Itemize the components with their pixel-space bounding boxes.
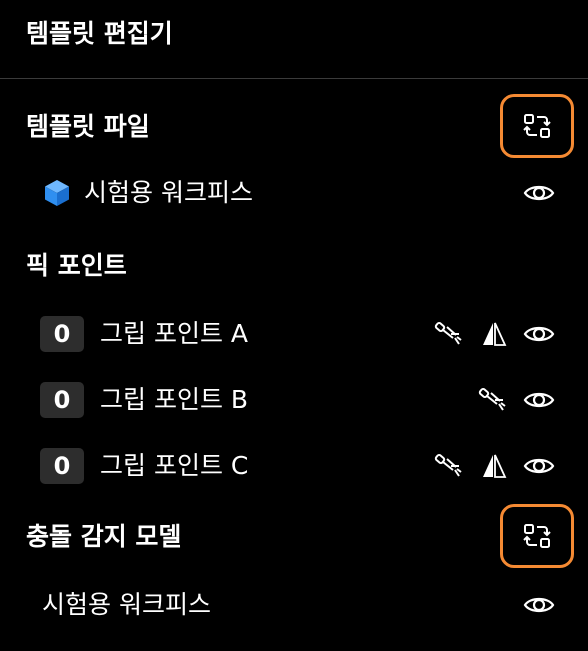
- swap-icon: [523, 524, 551, 548]
- replace-template-file-button[interactable]: [500, 94, 574, 158]
- list-item[interactable]: 0 그립 포인트 A: [40, 314, 560, 354]
- mirror-icon[interactable]: [480, 452, 508, 480]
- count-badge: 0: [40, 316, 84, 352]
- eye-icon[interactable]: [522, 385, 556, 415]
- count-badge: 0: [40, 382, 84, 418]
- gripper-icon[interactable]: [432, 451, 464, 481]
- replace-collision-model-button[interactable]: [500, 504, 574, 568]
- cube-icon: [44, 179, 70, 207]
- template-file-item-label[interactable]: 시험용 워크피스: [84, 176, 253, 210]
- panel-title: 템플릿 편집기: [26, 19, 173, 48]
- collision-model-item-label[interactable]: 시험용 워크피스: [42, 588, 211, 622]
- list-item[interactable]: 0 그립 포인트 B: [40, 380, 560, 420]
- grip-point-label: 그립 포인트 A: [100, 319, 248, 348]
- gripper-icon[interactable]: [476, 385, 508, 415]
- grip-point-label: 그립 포인트 B: [100, 385, 249, 414]
- pick-points-title: 픽 포인트: [26, 251, 127, 280]
- grip-point-label: 그립 포인트 C: [100, 451, 249, 480]
- swap-icon: [523, 114, 551, 138]
- gripper-icon[interactable]: [432, 319, 464, 349]
- template-file-title: 템플릿 파일: [26, 112, 150, 141]
- mirror-icon[interactable]: [480, 320, 508, 348]
- eye-icon[interactable]: [522, 590, 556, 620]
- eye-icon[interactable]: [522, 178, 556, 208]
- eye-icon[interactable]: [522, 319, 556, 349]
- eye-icon[interactable]: [522, 451, 556, 481]
- header-divider: [0, 78, 588, 79]
- count-badge: 0: [40, 448, 84, 484]
- list-item[interactable]: 0 그립 포인트 C: [40, 446, 560, 486]
- collision-model-title: 충돌 감지 모델: [26, 522, 182, 551]
